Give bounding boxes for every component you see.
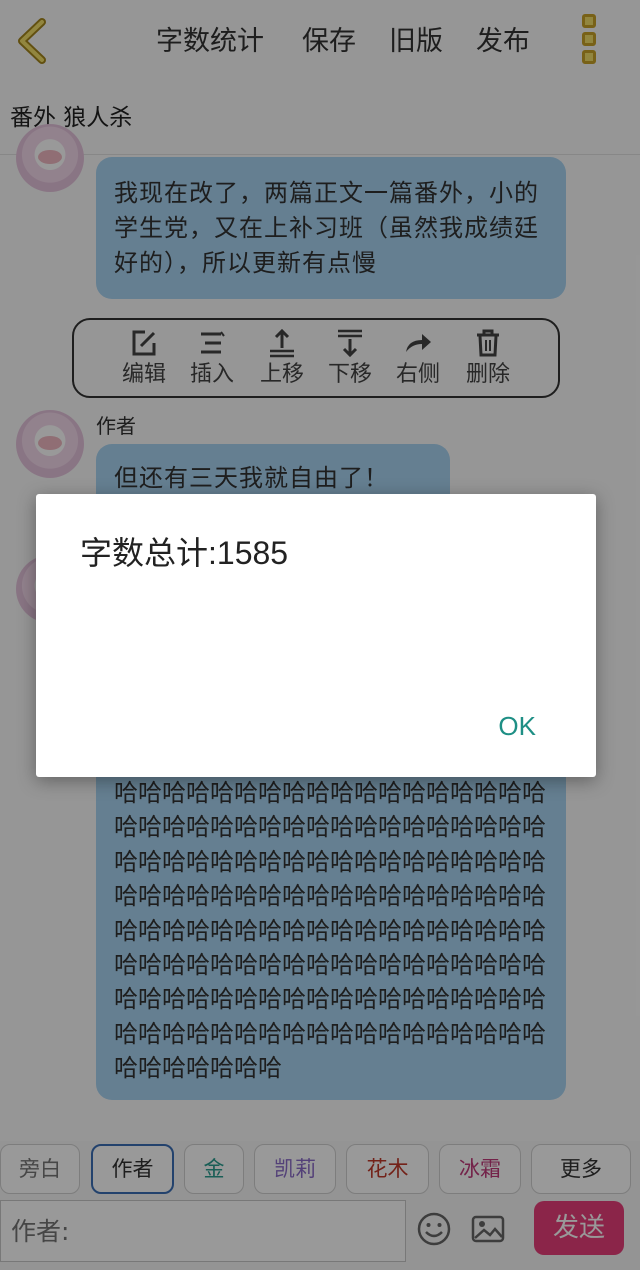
ok-button[interactable]: OK (498, 711, 536, 742)
dialog-message: 字数总计:1585 (80, 535, 289, 571)
word-count-dialog: 字数总计:1585 OK (36, 494, 596, 777)
